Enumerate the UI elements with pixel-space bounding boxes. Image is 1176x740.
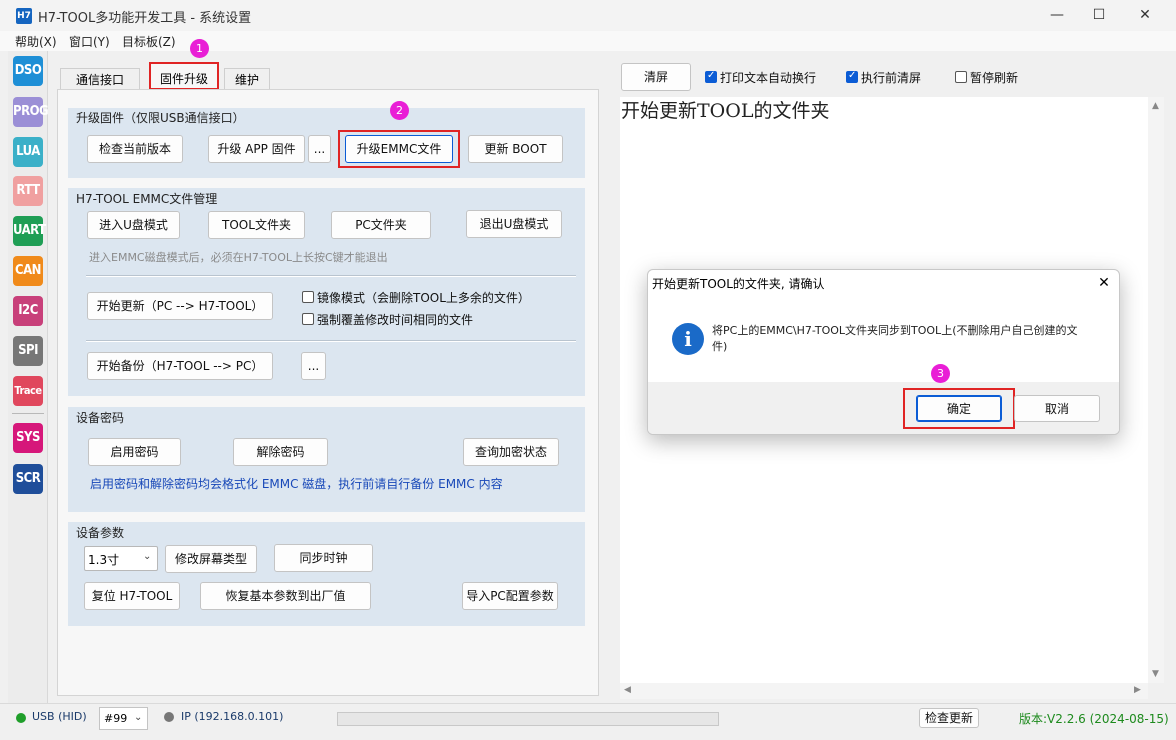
ip-status-dot bbox=[164, 712, 174, 722]
step-marker-3: 3 bbox=[931, 364, 950, 383]
backup-more-button[interactable]: ... bbox=[301, 352, 326, 380]
pc-folder-button[interactable]: PC文件夹 bbox=[331, 211, 431, 239]
upgrade-emmc-button[interactable]: 升级EMMC文件 bbox=[345, 135, 453, 163]
scroll-right-icon[interactable]: ▶ bbox=[1134, 685, 1141, 695]
check-update-button[interactable]: 检查更新 bbox=[919, 708, 979, 728]
window-title: H7-TOOL多功能开发工具 - 系统设置 bbox=[38, 11, 252, 26]
modify-screen-button[interactable]: 修改屏幕类型 bbox=[165, 545, 257, 573]
sidebar-item-sys[interactable]: SYS bbox=[13, 423, 43, 453]
disable-password-button[interactable]: 解除密码 bbox=[233, 438, 328, 466]
sidebar-item-scr[interactable]: SCR bbox=[13, 464, 43, 494]
start-update-button[interactable]: 开始更新（PC --> H7-TOOL） bbox=[87, 292, 273, 320]
usb-status-dot bbox=[16, 713, 26, 723]
cancel-button[interactable]: 取消 bbox=[1014, 395, 1100, 422]
log-text: 开始更新TOOL的文件夹 bbox=[621, 100, 830, 122]
clear-before-run-label: 执行前清屏 bbox=[861, 71, 922, 85]
step-marker-1: 1 bbox=[190, 39, 209, 58]
scroll-left-icon[interactable]: ◀ bbox=[624, 685, 631, 695]
device-params-title: 设备参数 bbox=[76, 526, 125, 540]
tool-folder-button[interactable]: TOOL文件夹 bbox=[208, 211, 305, 239]
progress-bar bbox=[337, 712, 719, 726]
scroll-up-icon[interactable]: ▲ bbox=[1152, 101, 1159, 111]
auto-wrap-checkbox[interactable] bbox=[705, 70, 717, 83]
sidebar-item-lua[interactable]: LUA bbox=[13, 137, 43, 167]
upgrade-app-button[interactable]: 升级 APP 固件 bbox=[208, 135, 305, 163]
dialog-message: 将PC上的EMMC\H7-TOOL文件夹同步到TOOL上(不删除用户自己创建的文… bbox=[712, 324, 1078, 353]
sidebar-item-rtt[interactable]: RTT bbox=[13, 176, 43, 206]
ip-status-label: IP (192.168.0.101) bbox=[181, 710, 284, 723]
sidebar-item-spi[interactable]: SPI bbox=[13, 336, 43, 366]
upgrade-more-button[interactable]: ... bbox=[308, 135, 331, 163]
import-pc-config-button[interactable]: 导入PC配置参数 bbox=[462, 582, 558, 610]
log-horizontal-scrollbar[interactable]: ◀ ▶ bbox=[620, 683, 1148, 699]
menu-help[interactable]: 帮助(X) bbox=[15, 33, 57, 50]
app-icon: H7 bbox=[16, 8, 32, 24]
mirror-mode-checkbox[interactable] bbox=[302, 291, 314, 303]
mirror-mode-label: 镜像模式（会删除TOOL上多余的文件） bbox=[317, 291, 530, 305]
device-number-select[interactable]: #99 ⌄ bbox=[99, 707, 148, 730]
check-version-button[interactable]: 检查当前版本 bbox=[87, 135, 183, 163]
password-title: 设备密码 bbox=[76, 411, 125, 425]
sidebar-item-can[interactable]: CAN bbox=[13, 256, 43, 286]
emmc-separator-1 bbox=[86, 275, 576, 277]
screen-size-select[interactable]: 1.3寸 ⌄ bbox=[84, 546, 158, 571]
clear-before-run-checkbox[interactable] bbox=[846, 70, 858, 83]
reset-device-button[interactable]: 复位 H7-TOOL bbox=[84, 582, 180, 610]
emmc-separator-2 bbox=[86, 340, 576, 342]
force-overwrite-checkbox[interactable] bbox=[302, 313, 314, 325]
chevron-down-icon: ⌄ bbox=[143, 551, 152, 562]
device-number-value: #99 bbox=[104, 712, 128, 725]
title-bar: H7 H7-TOOL多功能开发工具 - 系统设置 — ☐ ✕ bbox=[0, 0, 1176, 31]
status-bar: USB (HID) #99 ⌄ IP (192.168.0.101) 检查更新 … bbox=[0, 703, 1176, 740]
query-encryption-button[interactable]: 查询加密状态 bbox=[463, 438, 559, 466]
emmc-management-title: H7-TOOL EMMC文件管理 bbox=[76, 192, 218, 206]
upgrade-firmware-title: 升级固件（仅限USB通信接口） bbox=[76, 111, 245, 125]
maximize-icon[interactable]: ☐ bbox=[1076, 0, 1122, 31]
log-vertical-scrollbar[interactable]: ▲ ▼ bbox=[1148, 97, 1164, 683]
enable-password-button[interactable]: 启用密码 bbox=[88, 438, 181, 466]
pause-refresh-label: 暂停刷新 bbox=[970, 71, 1019, 85]
version-label: 版本:V2.2.6 (2024-08-15) bbox=[1019, 712, 1169, 726]
minimize-icon[interactable]: — bbox=[1034, 0, 1080, 31]
menu-window[interactable]: 窗口(Y) bbox=[69, 33, 110, 50]
info-icon: i bbox=[672, 323, 704, 355]
screen-size-value: 1.3寸 bbox=[88, 553, 120, 567]
sidebar-divider bbox=[12, 413, 44, 414]
start-backup-button[interactable]: 开始备份（H7-TOOL --> PC） bbox=[87, 352, 273, 380]
pause-refresh-checkbox[interactable] bbox=[955, 71, 967, 83]
scroll-down-icon[interactable]: ▼ bbox=[1152, 669, 1159, 679]
close-icon[interactable]: ✕ bbox=[1122, 0, 1168, 31]
sidebar-item-dso[interactable]: DSO bbox=[13, 56, 43, 86]
enter-udisk-button[interactable]: 进入U盘模式 bbox=[87, 211, 180, 239]
update-boot-button[interactable]: 更新 BOOT bbox=[468, 135, 563, 163]
sidebar-item-i2c[interactable]: I2C bbox=[13, 296, 43, 326]
auto-wrap-label: 打印文本自动换行 bbox=[720, 71, 817, 85]
clear-screen-button[interactable]: 清屏 bbox=[621, 63, 691, 91]
force-overwrite-label: 强制覆盖修改时间相同的文件 bbox=[317, 313, 474, 327]
sync-clock-button[interactable]: 同步时钟 bbox=[274, 544, 373, 572]
step-marker-2: 2 bbox=[390, 101, 409, 120]
sidebar-item-uart[interactable]: UART bbox=[13, 216, 46, 246]
sidebar-item-trace[interactable]: Trace bbox=[13, 376, 43, 406]
sidebar: DSO PROG LUA RTT UART CAN I2C SPI Trace … bbox=[8, 51, 49, 703]
dialog-title: 开始更新TOOL的文件夹, 请确认 bbox=[652, 277, 825, 291]
restore-defaults-button[interactable]: 恢复基本参数到出厂值 bbox=[200, 582, 371, 610]
emmc-hint: 进入EMMC磁盘模式后，必须在H7-TOOL上长按C键才能退出 bbox=[89, 251, 388, 264]
exit-udisk-button[interactable]: 退出U盘模式 bbox=[466, 210, 562, 238]
dialog-close-icon[interactable]: ✕ bbox=[1092, 272, 1116, 294]
confirm-dialog: 开始更新TOOL的文件夹, 请确认 ✕ i 将PC上的EMMC\H7-TOOL文… bbox=[647, 269, 1120, 435]
password-note: 启用密码和解除密码均会格式化 EMMC 磁盘，执行前请自行备份 EMMC 内容 bbox=[90, 477, 503, 491]
device-params-group bbox=[68, 522, 585, 626]
menu-bar: 帮助(X) 窗口(Y) 目标板(Z) bbox=[0, 31, 1176, 51]
menu-target-board[interactable]: 目标板(Z) bbox=[122, 33, 176, 50]
chevron-down-icon: ⌄ bbox=[134, 712, 143, 723]
sidebar-item-prog[interactable]: PROG bbox=[13, 97, 49, 127]
tab-firmware-upgrade[interactable]: 固件升级 bbox=[149, 62, 219, 90]
usb-status-label: USB (HID) bbox=[32, 710, 87, 723]
ok-button[interactable]: 确定 bbox=[916, 395, 1002, 422]
